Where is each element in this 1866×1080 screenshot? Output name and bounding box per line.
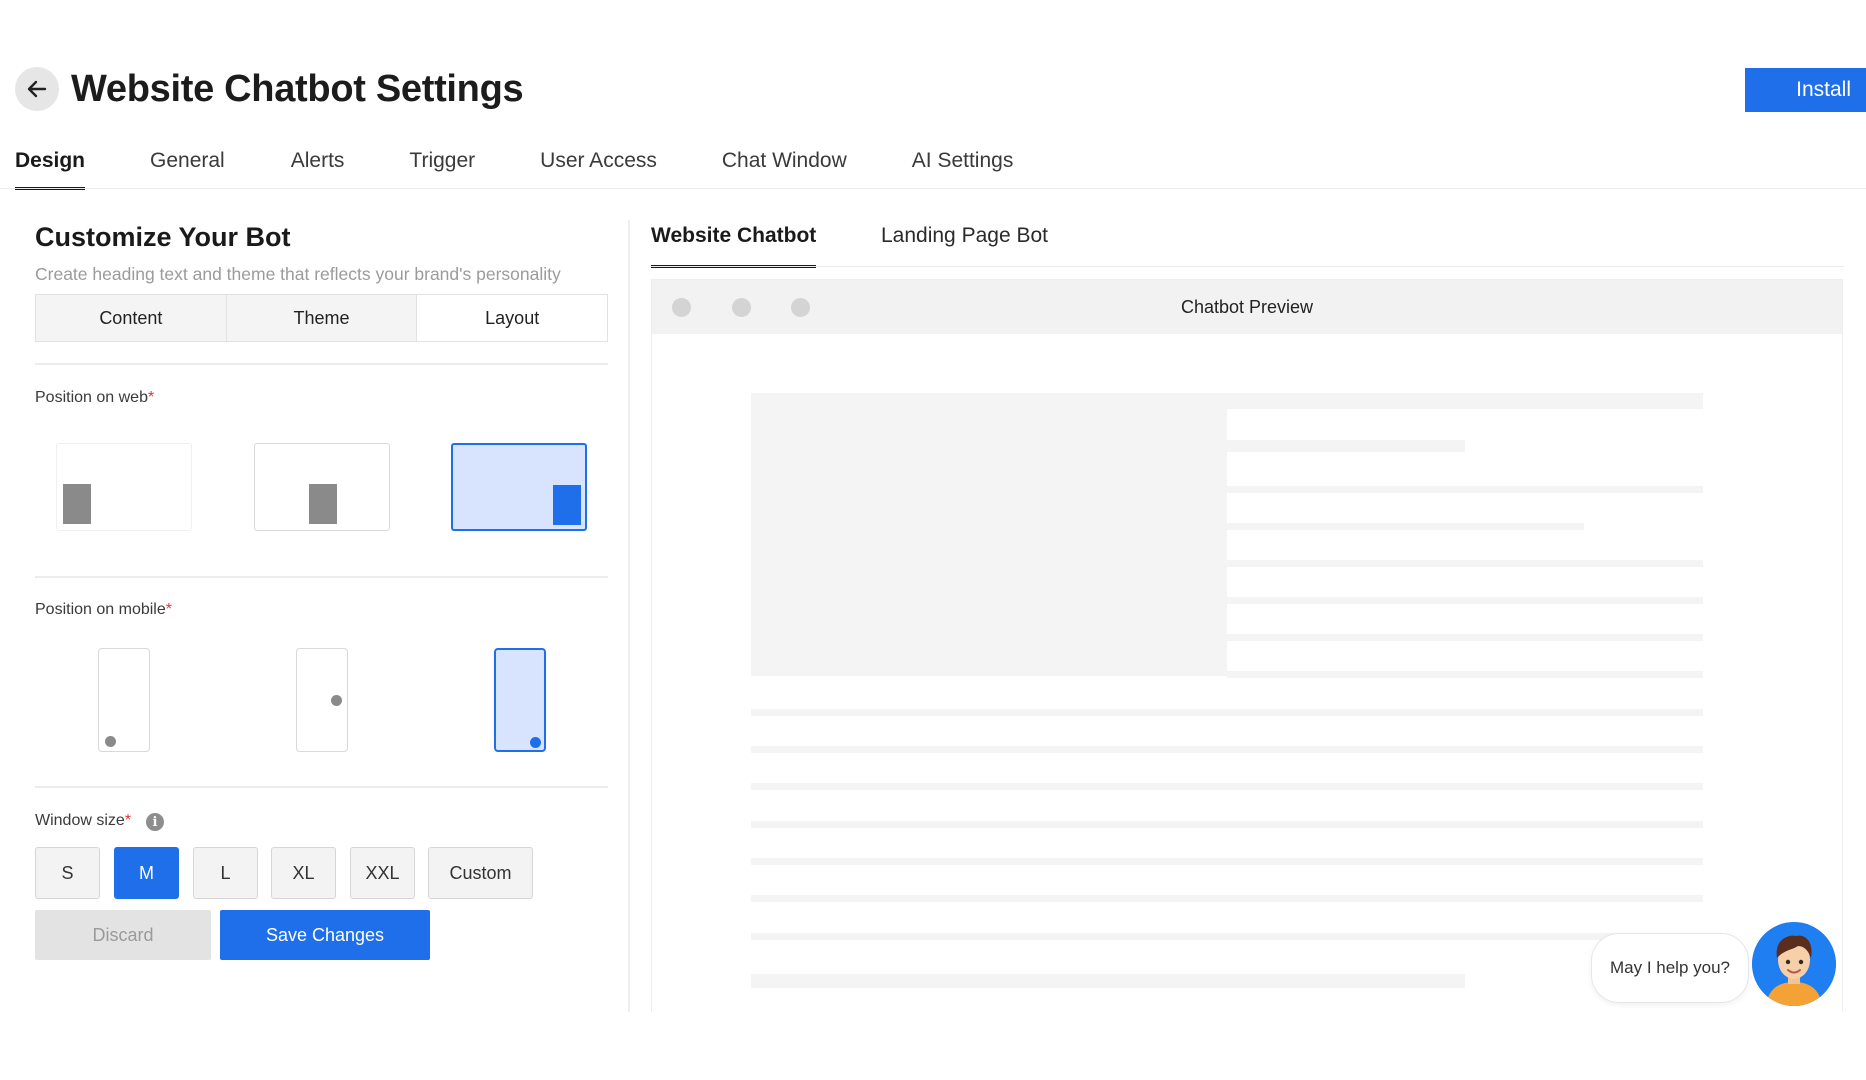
- right-tabs-divider: [650, 266, 1844, 267]
- customize-subtitle: Create heading text and theme that refle…: [35, 264, 561, 284]
- web-position-left[interactable]: [56, 443, 192, 531]
- skeleton-line: [751, 974, 1465, 988]
- widget-dot: [530, 737, 541, 748]
- mobile-position-bottom-right[interactable]: [494, 648, 546, 752]
- chatbot-preview-window: Chatbot Preview: [651, 279, 1843, 1012]
- tab-trigger[interactable]: Trigger: [409, 146, 475, 190]
- save-changes-button[interactable]: Save Changes: [220, 910, 430, 960]
- skeleton-line: [1227, 597, 1703, 604]
- size-xxl-button[interactable]: XXL: [350, 847, 415, 899]
- tab-landing-page-bot[interactable]: Landing Page Bot: [881, 224, 1048, 268]
- back-button[interactable]: [15, 67, 59, 111]
- skeleton-line: [751, 746, 1703, 753]
- widget-dot: [105, 736, 116, 747]
- mobile-position-middle-right[interactable]: [296, 648, 348, 752]
- skeleton-image: [751, 393, 1227, 676]
- section-divider: [35, 363, 608, 365]
- skeleton-line: [1227, 671, 1703, 678]
- tab-design[interactable]: Design: [15, 146, 86, 190]
- skeleton-line: [1227, 560, 1703, 567]
- position-web-label: Position on web*: [35, 389, 155, 406]
- tab-alerts[interactable]: Alerts: [291, 146, 345, 190]
- web-position-right[interactable]: [451, 443, 587, 531]
- skeleton-line: [751, 821, 1703, 828]
- preview-title-bar: Chatbot Preview: [652, 280, 1842, 334]
- skeleton-line: [751, 858, 1703, 865]
- widget-placeholder: [309, 484, 337, 524]
- panel-separator: [628, 220, 630, 1012]
- size-xl-button[interactable]: XL: [271, 847, 336, 899]
- page-title: Website Chatbot Settings: [71, 68, 524, 110]
- widget-placeholder: [553, 485, 581, 525]
- size-s-button[interactable]: S: [35, 847, 100, 899]
- size-custom-button[interactable]: Custom: [428, 847, 533, 899]
- customize-segmented-control: Content Theme Layout: [35, 294, 608, 342]
- preview-title: Chatbot Preview: [1180, 297, 1314, 317]
- skeleton-line: [1227, 440, 1465, 452]
- position-mobile-label: Position on mobile*: [35, 601, 172, 618]
- widget-placeholder: [63, 484, 91, 524]
- widget-dot: [331, 695, 342, 706]
- tabs-divider: [0, 188, 1866, 189]
- skeleton-line: [751, 933, 1703, 940]
- size-l-button[interactable]: L: [193, 847, 258, 899]
- skeleton-line: [751, 783, 1703, 790]
- tab-general[interactable]: General: [150, 146, 225, 190]
- avatar-illustration: [1752, 922, 1836, 1006]
- chat-greeting-bubble[interactable]: May I help you?: [1591, 933, 1749, 1003]
- skeleton-line: [1227, 393, 1703, 409]
- window-size-label: Window size*: [35, 812, 132, 829]
- mobile-position-bottom-left[interactable]: [98, 648, 150, 752]
- section-divider: [35, 576, 608, 578]
- customize-title: Customize Your Bot: [35, 222, 291, 252]
- install-button[interactable]: Install: [1745, 68, 1866, 112]
- size-m-button[interactable]: M: [114, 847, 179, 899]
- skeleton-line: [1227, 523, 1584, 530]
- bot-avatar-icon[interactable]: [1752, 922, 1836, 1006]
- segment-theme[interactable]: Theme: [226, 295, 418, 341]
- skeleton-line: [1227, 486, 1703, 493]
- segment-content[interactable]: Content: [36, 295, 227, 341]
- discard-button[interactable]: Discard: [35, 910, 211, 960]
- skeleton-line: [1227, 634, 1703, 641]
- tab-ai-settings[interactable]: AI Settings: [912, 146, 1014, 190]
- web-position-center[interactable]: [254, 443, 390, 531]
- arrow-left-icon: [27, 80, 47, 98]
- segment-layout[interactable]: Layout: [417, 295, 608, 341]
- tab-chat-window[interactable]: Chat Window: [722, 146, 847, 190]
- info-icon[interactable]: i: [146, 813, 164, 831]
- skeleton-line: [751, 709, 1703, 716]
- skeleton-line: [751, 895, 1703, 902]
- tab-user-access[interactable]: User Access: [540, 146, 657, 190]
- main-tabs: Design General Alerts Trigger User Acces…: [15, 146, 1013, 190]
- tab-website-chatbot[interactable]: Website Chatbot: [651, 224, 817, 268]
- section-divider: [35, 786, 608, 788]
